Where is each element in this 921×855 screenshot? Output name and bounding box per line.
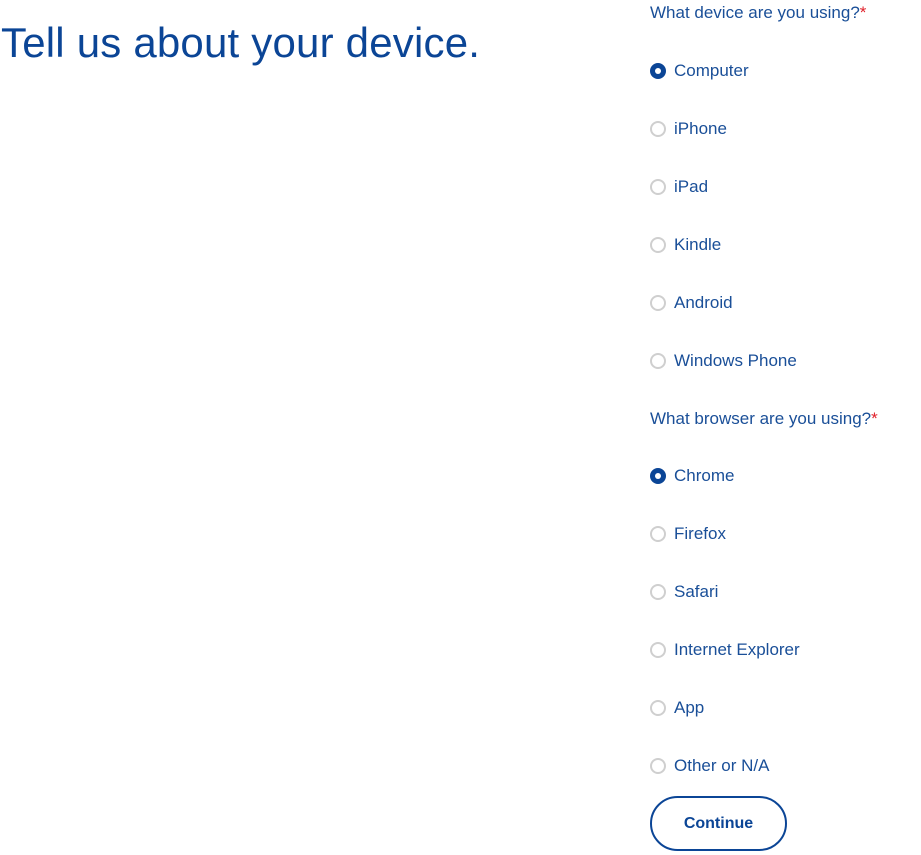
page: Tell us about your device. What device a…: [0, 0, 921, 855]
device-option-android[interactable]: Android: [650, 291, 733, 315]
browser-option-app[interactable]: App: [650, 696, 704, 720]
device-option-label: Windows Phone: [674, 351, 797, 370]
device-question-text: What device are you using?: [650, 3, 860, 22]
browser-option-label: App: [674, 698, 705, 717]
browser-option-label: Other or N/A: [674, 756, 770, 775]
radio-unchecked-icon[interactable]: [650, 353, 666, 369]
browser-option-label: Safari: [674, 582, 719, 601]
browser-question-label: What browser are you using?*: [650, 407, 878, 431]
browser-option-internet-explorer[interactable]: Internet Explorer: [650, 638, 800, 662]
browser-option-safari[interactable]: Safari: [650, 580, 718, 604]
device-option-label: iPad: [674, 177, 709, 196]
radio-unchecked-icon[interactable]: [650, 642, 666, 658]
radio-unchecked-icon[interactable]: [650, 121, 666, 137]
radio-unchecked-icon[interactable]: [650, 584, 666, 600]
radio-unchecked-icon[interactable]: [650, 526, 666, 542]
page-title: Tell us about your device.: [1, 19, 481, 66]
radio-checked-icon[interactable]: [650, 63, 666, 79]
device-option-label: Computer: [674, 61, 749, 80]
required-marker: *: [871, 409, 878, 428]
radio-unchecked-icon[interactable]: [650, 700, 666, 716]
radio-unchecked-icon[interactable]: [650, 179, 666, 195]
browser-question-text: What browser are you using?: [650, 409, 872, 428]
device-option-windows-phone[interactable]: Windows Phone: [650, 349, 797, 373]
radio-unchecked-icon[interactable]: [650, 237, 666, 253]
device-option-iphone[interactable]: iPhone: [650, 117, 727, 141]
radio-unchecked-icon[interactable]: [650, 758, 666, 774]
browser-option-other[interactable]: Other or N/A: [650, 754, 769, 778]
browser-option-label: Chrome: [674, 466, 735, 485]
device-option-computer[interactable]: Computer: [650, 59, 749, 83]
browser-option-label: Firefox: [674, 524, 726, 543]
device-option-label: iPhone: [674, 119, 727, 138]
required-marker: *: [859, 3, 867, 22]
device-question-label: What device are you using?*: [650, 1, 866, 25]
browser-option-label: Internet Explorer: [674, 640, 800, 659]
radio-unchecked-icon[interactable]: [650, 295, 666, 311]
continue-button[interactable]: Continue: [650, 796, 787, 851]
radio-checked-icon[interactable]: [650, 468, 666, 484]
device-option-label: Kindle: [674, 235, 722, 254]
device-option-label: Android: [674, 293, 733, 312]
device-option-ipad[interactable]: iPad: [650, 175, 708, 199]
device-option-kindle[interactable]: Kindle: [650, 233, 721, 257]
browser-option-chrome[interactable]: Chrome: [650, 464, 734, 488]
browser-option-firefox[interactable]: Firefox: [650, 522, 726, 546]
